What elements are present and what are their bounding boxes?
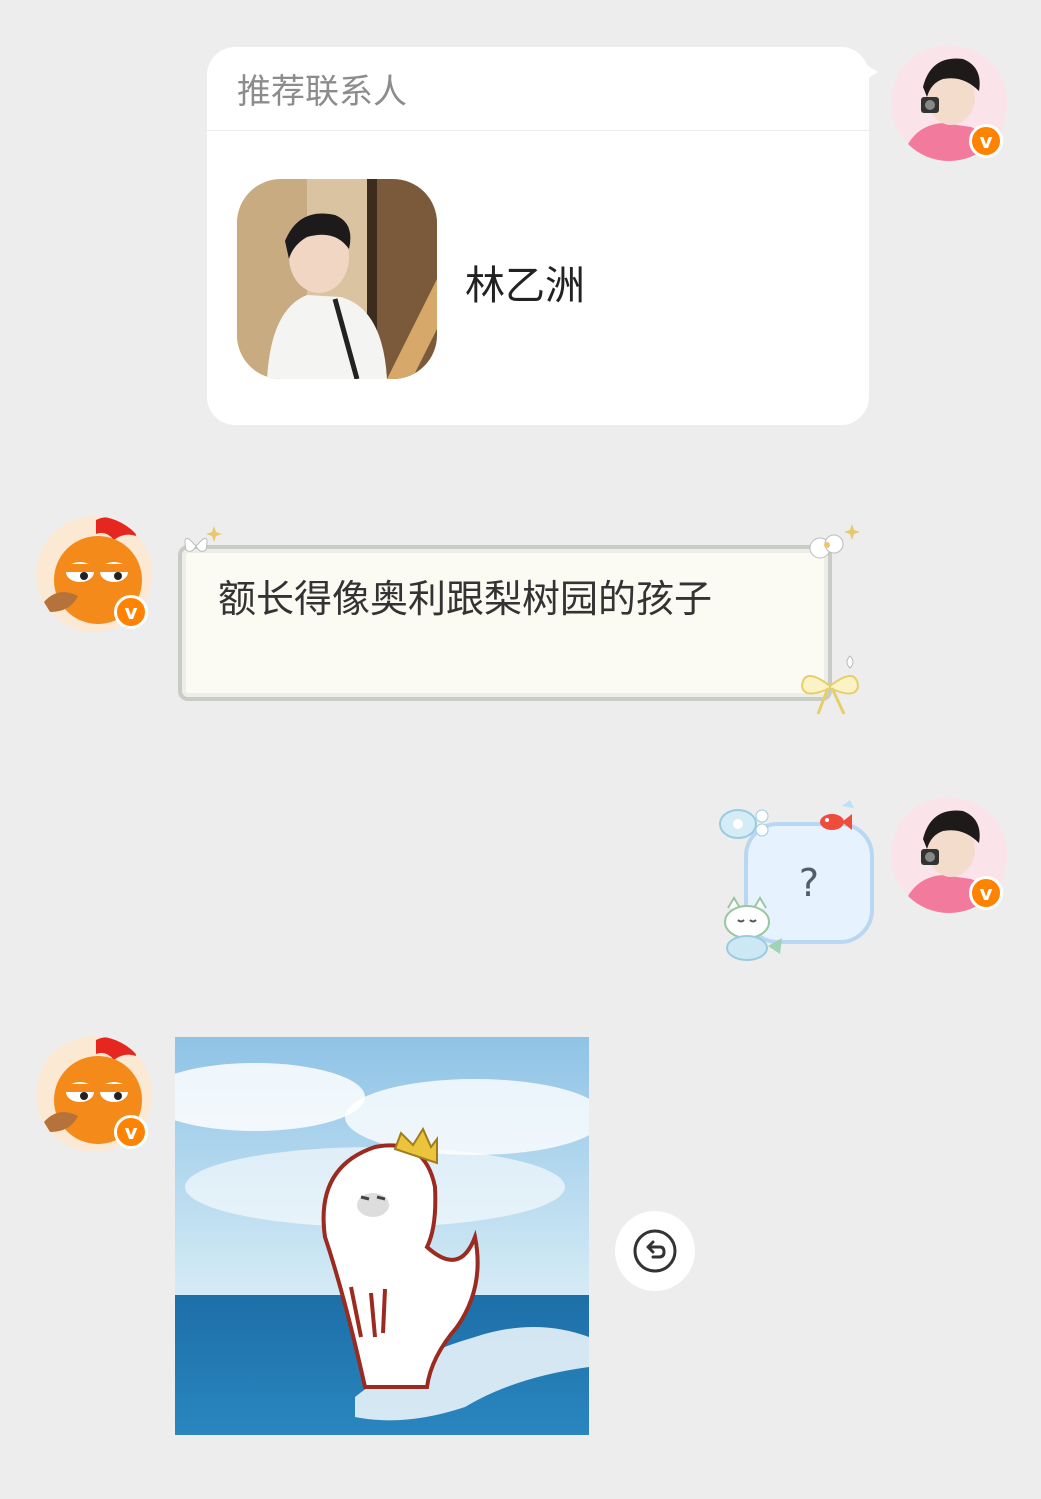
butterfly-decoration-icon — [184, 526, 222, 552]
fish-decoration-icon — [820, 800, 854, 830]
bow-decoration-icon — [800, 655, 860, 715]
text-message-bubble[interactable]: 额长得像奥利跟梨树园的孩子 — [178, 545, 832, 701]
image-message[interactable] — [175, 1037, 589, 1435]
contact-card[interactable]: 推荐联系人 林乙洲 — [207, 47, 869, 425]
forward-arrow-icon — [633, 1229, 677, 1273]
contact-avatar[interactable] — [237, 179, 437, 379]
verified-badge-icon: v — [114, 1115, 148, 1149]
shell-decoration-icon — [719, 809, 769, 839]
contact-card-header: 推荐联系人 — [207, 47, 869, 131]
flower-decoration-icon — [809, 524, 860, 559]
verified-badge-icon: v — [969, 876, 1003, 910]
cat-mermaid-decoration-icon — [724, 896, 782, 961]
contact-name: 林乙洲 — [465, 263, 585, 309]
verified-badge-icon: v — [114, 595, 148, 629]
verified-badge-icon: v — [969, 124, 1003, 158]
forward-button[interactable] — [615, 1211, 695, 1291]
text-message-content: 额长得像奥利跟梨树园的孩子 — [218, 577, 713, 621]
